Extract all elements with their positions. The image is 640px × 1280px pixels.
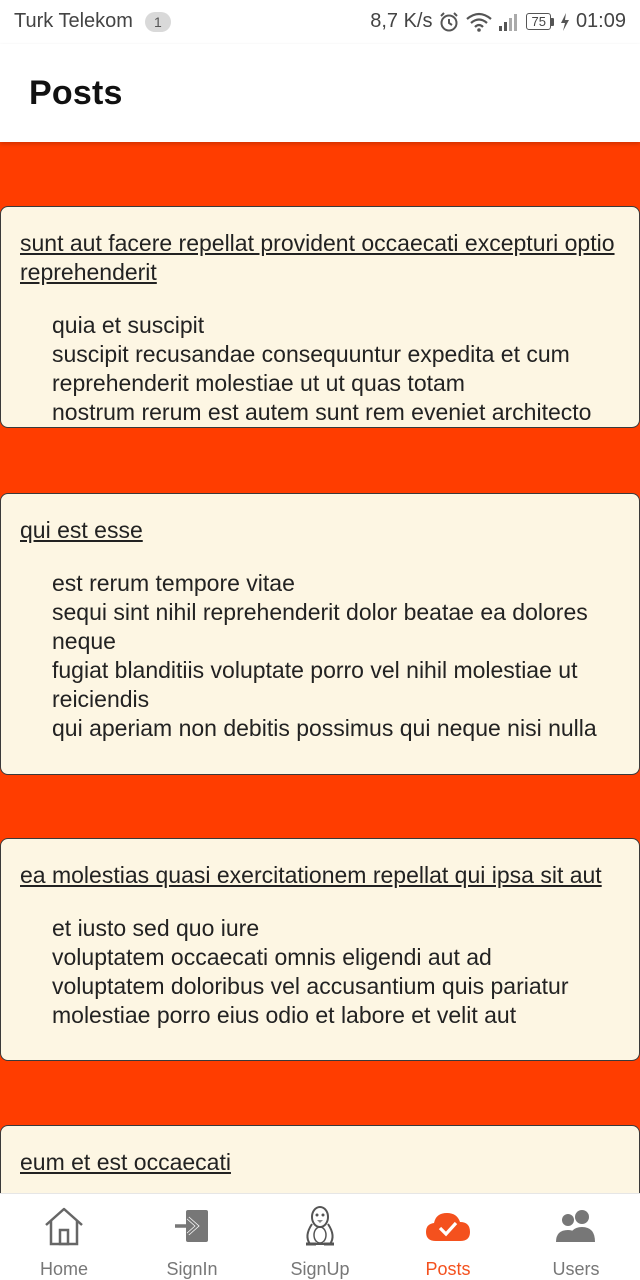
app-header: Posts [0,44,640,142]
nav-item-signup[interactable]: SignUp [256,1194,384,1280]
network-speed: 8,7 K/s [370,10,433,32]
cloud-check-icon [384,1204,512,1248]
status-bar: Turk Telekom 1 8,7 K/s 75 01:09 [0,0,640,44]
nav-item-signin[interactable]: SignIn [128,1194,256,1280]
battery-icon: 75 [526,13,554,30]
notification-count-badge: 1 [145,12,171,32]
post-body: est rerum tempore vitae sequi sint nihil… [52,570,597,741]
post-card[interactable]: eum et est occaecati [0,1125,640,1193]
nav-label: Posts [425,1259,471,1279]
carrier-name: Turk Telekom [14,10,133,32]
nav-label: SignIn [166,1259,218,1279]
users-icon [512,1204,640,1248]
nav-label: Users [552,1259,600,1279]
wifi-icon [466,12,493,32]
post-title-link[interactable]: qui est esse [20,516,621,545]
nav-item-home[interactable]: Home [0,1194,128,1280]
charging-icon [560,12,570,31]
battery-level: 75 [526,13,551,30]
nav-item-posts[interactable]: Posts [384,1194,512,1280]
alarm-icon [438,11,460,33]
post-card[interactable]: ea molestias quasi exercitationem repell… [0,838,640,1061]
page-title: Posts [29,74,123,112]
linux-penguin-icon [256,1204,384,1248]
nav-item-users[interactable]: Users [512,1194,640,1280]
clock-time: 01:09 [575,10,626,32]
post-title-link[interactable]: ea molestias quasi exercitationem repell… [20,861,621,890]
post-title-link[interactable]: sunt aut facere repellat provident occae… [20,229,621,287]
post-card[interactable]: sunt aut facere repellat provident occae… [0,206,640,428]
post-body: quia et suscipit suscipit recusandae con… [52,312,592,425]
sign-in-icon [128,1204,256,1248]
posts-list[interactable]: sunt aut facere repellat provident occae… [0,142,640,1193]
signal-icon [498,12,520,32]
home-icon [0,1204,128,1248]
bottom-navigation: Home SignIn SignUp Posts Users [0,1193,640,1280]
post-body: et iusto sed quo iure voluptatem occaeca… [52,915,569,1028]
nav-label: Home [39,1259,88,1279]
post-title-link[interactable]: eum et est occaecati [20,1148,621,1177]
post-card[interactable]: qui est esse est rerum tempore vitae seq… [0,493,640,775]
nav-label: SignUp [290,1259,350,1279]
